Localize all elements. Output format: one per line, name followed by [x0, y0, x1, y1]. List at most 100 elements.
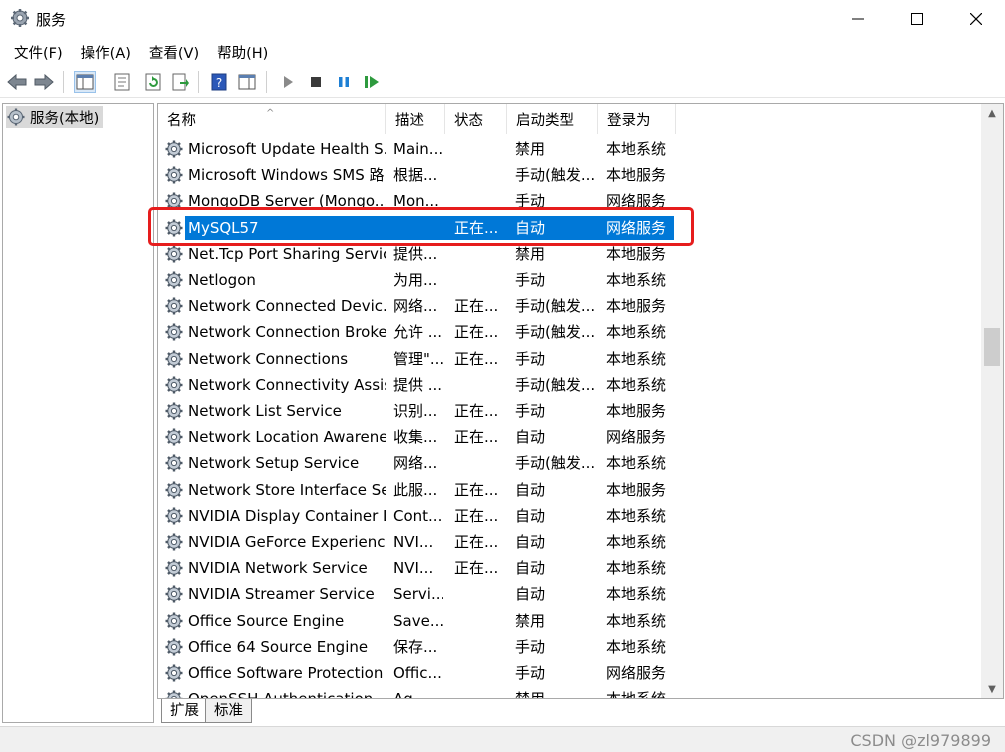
scroll-down-icon[interactable]: ▼: [981, 680, 1003, 698]
table-row[interactable]: NVIDIA Display Container LS Cont... 正在... 自…: [158, 503, 986, 529]
service-name: OpenSSH Authentication ...: [188, 686, 386, 698]
table-row[interactable]: Network Store Interface Se... 此服... 正在... 自…: [158, 477, 986, 503]
service-logon-as: 本地系统: [606, 533, 667, 551]
service-description: 根据...: [393, 166, 438, 185]
column-header-description[interactable]: 描述: [386, 104, 445, 134]
table-row[interactable]: Network List Service 识别... 正在... 手动 本地服务: [158, 398, 986, 424]
export-list-button[interactable]: [170, 71, 192, 93]
service-status: [454, 660, 508, 686]
service-startup-type: 手动: [515, 664, 546, 682]
column-header-name[interactable]: 名称 ^: [158, 104, 386, 134]
table-row[interactable]: Network Connected Devic... 网络... 正在... 手动(触…: [158, 293, 986, 319]
restart-service-button[interactable]: [361, 71, 383, 93]
menu-file[interactable]: 文件(F): [6, 42, 71, 63]
start-service-button[interactable]: [277, 71, 299, 93]
help-icon: ?: [211, 73, 227, 91]
back-button[interactable]: [6, 71, 28, 93]
scrollbar-thumb[interactable]: [984, 328, 1000, 366]
window-title: 服务: [36, 11, 67, 29]
show-tree-button[interactable]: [74, 71, 96, 93]
minimize-button[interactable]: [829, 0, 887, 38]
vertical-scrollbar[interactable]: ▲ ▼: [981, 104, 1003, 698]
service-startup-type: 自动: [515, 585, 546, 604]
service-gear-icon: [165, 297, 183, 315]
refresh-button[interactable]: [142, 71, 164, 93]
tree-item-label: 服务(本地): [30, 110, 100, 127]
service-startup-type: 禁用: [515, 686, 597, 698]
tab-standard[interactable]: 标准: [205, 699, 252, 723]
export-icon: [172, 73, 189, 91]
service-name: Office 64 Source Engine: [188, 637, 369, 656]
table-row[interactable]: Office Source Engine Save... 禁用 本地系统: [158, 608, 986, 634]
service-logon-as: 网络服务: [606, 664, 667, 682]
table-row[interactable]: OpenSSH Authentication ... Ag... 禁用本地系统: [158, 686, 986, 698]
console-tree-icon: [76, 74, 94, 90]
table-row[interactable]: NVIDIA GeForce Experienc... NVI... 正在... 自动…: [158, 529, 986, 555]
arrow-right-icon: [34, 74, 54, 90]
service-gear-icon: [165, 664, 183, 682]
service-description: Offic...: [393, 664, 442, 682]
service-name: Network Connected Devic...: [188, 297, 386, 316]
minimize-icon: [852, 18, 864, 20]
service-status: [454, 608, 508, 634]
service-description: Servi...: [393, 585, 443, 604]
service-gear-icon: [165, 638, 183, 656]
properties-button[interactable]: [111, 71, 133, 93]
column-header-startup-type[interactable]: 启动类型: [507, 104, 598, 134]
service-status: [454, 267, 508, 293]
table-row[interactable]: Network Setup Service 网络... 手动(触发... 本地系统: [158, 450, 986, 476]
table-row[interactable]: Microsoft Update Health S... Main... 禁用 本地系…: [158, 136, 986, 162]
service-name: Office Source Engine: [188, 611, 345, 630]
menu-view[interactable]: 查看(V): [141, 42, 207, 63]
service-gear-icon: [165, 559, 183, 577]
menu-help[interactable]: 帮助(H): [209, 42, 276, 63]
stop-service-button[interactable]: [305, 71, 327, 93]
service-logon-as: 本地系统: [606, 559, 667, 578]
service-gear-icon: [165, 428, 183, 446]
service-logon-as: 本地系统: [606, 140, 667, 158]
column-header-logon-as[interactable]: 登录为: [598, 104, 676, 134]
service-logon-as: 本地服务: [606, 480, 667, 499]
service-startup-type: 手动: [515, 271, 546, 289]
help-button[interactable]: ?: [208, 71, 230, 93]
service-gear-icon: [165, 140, 183, 158]
menu-action[interactable]: 操作(A): [73, 42, 139, 63]
service-status: [454, 686, 508, 698]
table-row[interactable]: NVIDIA Network Service NVI... 正在... 自动 本地系统: [158, 555, 986, 581]
service-description: 网络...: [393, 454, 438, 473]
service-status: [454, 450, 508, 476]
service-logon-as: 本地系统: [606, 637, 667, 656]
table-row[interactable]: NVIDIA Streamer Service Servi... 自动 本地系统: [158, 581, 986, 607]
tree-item-local-services[interactable]: 服务(本地): [6, 106, 104, 128]
scroll-up-icon[interactable]: ▲: [981, 104, 1003, 122]
forward-button[interactable]: [33, 71, 55, 93]
service-status: 正在...: [454, 297, 499, 316]
service-startup-type: 手动(触发...: [515, 297, 596, 316]
show-action-pane-button[interactable]: [236, 71, 258, 93]
service-gear-icon: [165, 533, 183, 551]
service-description: 网络...: [393, 297, 438, 316]
pause-service-button[interactable]: [333, 71, 355, 93]
table-row[interactable]: Netlogon 为用... 手动 本地系统: [158, 267, 986, 293]
service-logon-as: 本地系统: [606, 271, 667, 289]
table-row[interactable]: Network Location Awarene... 收集... 正在... 自动 网…: [158, 424, 986, 450]
service-logon-as: 本地系统: [606, 454, 667, 473]
maximize-button[interactable]: [888, 0, 946, 38]
service-logon-as: 本地服务: [606, 166, 667, 185]
table-row[interactable]: Network Connectivity Assis... 提供 ... 手动(触发…: [158, 372, 986, 398]
service-startup-type: 手动(触发...: [515, 454, 596, 473]
table-row[interactable]: Network Connection Broker 允许 ... 正在... 手动(触…: [158, 319, 986, 345]
service-startup-type: 自动: [515, 480, 546, 499]
table-row[interactable]: Network Connections 管理"... 正在... 手动 本地系统: [158, 346, 986, 372]
gear-icon: [11, 9, 29, 27]
close-button[interactable]: [947, 0, 1005, 38]
tab-extended[interactable]: 扩展: [161, 699, 208, 723]
table-row[interactable]: Office 64 Source Engine 保存... 手动 本地系统: [158, 634, 986, 660]
table-row[interactable]: Microsoft Windows SMS 路... 根据... 手动(触发... 本…: [158, 162, 986, 188]
services-list: 名称 ^ 描述 状态 启动类型 登录为 Microsoft Update Hea…: [157, 103, 1004, 699]
service-description: Save...: [393, 611, 443, 630]
column-header-status[interactable]: 状态: [445, 104, 507, 134]
column-header-label: 描述: [395, 113, 424, 129]
play-icon: [284, 76, 293, 88]
table-row[interactable]: Office Software Protection ... Offic... 手动…: [158, 660, 986, 686]
